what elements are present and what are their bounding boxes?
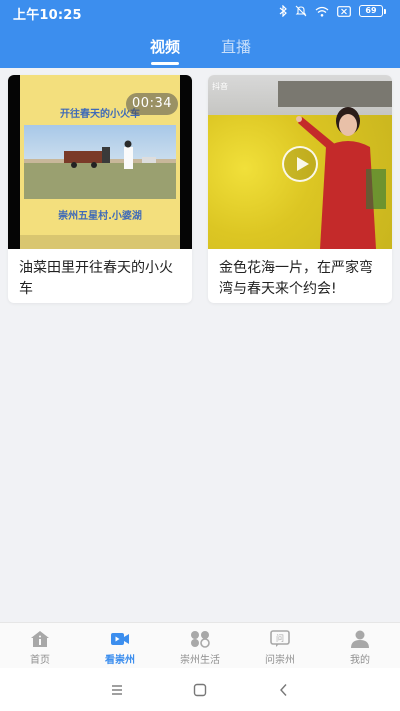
menu-icon[interactable] (108, 681, 126, 699)
nav-ask-chongzhou[interactable]: 问 问崇州 (240, 623, 320, 669)
play-icon[interactable] (282, 146, 318, 182)
nav-label: 看崇州 (105, 655, 135, 666)
nav-label: 崇州生活 (180, 655, 220, 666)
video-thumbnail[interactable]: 抖音 (208, 75, 392, 249)
status-bar: 上午10:25 69 (0, 0, 400, 24)
bottom-nav: 首页 看崇州 崇州生活 问 问崇州 我的 (0, 622, 400, 668)
video-card[interactable]: 抖音 金色花海一片，在严家弯湾与春天来个约会! (208, 75, 392, 303)
tab-live[interactable]: 直播 (221, 36, 251, 57)
svg-text:问: 问 (276, 634, 284, 643)
video-title[interactable]: 油菜田里开往春天的小火车 (19, 258, 185, 300)
tab-bar: 视频 直播 (0, 36, 400, 68)
nav-label: 我的 (350, 655, 370, 666)
back-icon[interactable] (275, 681, 293, 699)
status-icons: 69 (279, 5, 386, 17)
nav-mine[interactable]: 我的 (320, 623, 400, 669)
status-time: 上午10:25 (13, 8, 82, 23)
battery-level: 69 (359, 5, 383, 17)
video-duration: 00:34 (126, 93, 178, 115)
train-photo (24, 125, 176, 199)
home-square-icon[interactable] (191, 681, 209, 699)
home-icon (31, 631, 49, 647)
question-icon: 问 (270, 630, 290, 647)
battery-icon: 69 (359, 5, 386, 17)
tiktok-logo: 抖音 (212, 82, 228, 91)
nav-label: 问崇州 (265, 655, 295, 666)
nav-label: 首页 (30, 655, 50, 666)
user-icon (351, 630, 369, 648)
app-header: 上午10:25 69 视频 直播 (0, 0, 400, 68)
thumbnail-caption: 崇州五星村.小婆湖 (58, 211, 142, 222)
system-nav-bar (0, 668, 400, 711)
video-thumbnail[interactable]: 开往春天的小火车 崇州五星村.小婆湖 00:34 (8, 75, 192, 249)
wifi-icon (315, 6, 329, 17)
sim-off-icon (337, 5, 351, 17)
nav-home[interactable]: 首页 (0, 623, 80, 669)
nav-chongzhou-life[interactable]: 崇州生活 (160, 623, 240, 669)
mute-icon (295, 5, 307, 17)
video-title[interactable]: 金色花海一片，在严家弯湾与春天来个约会! (219, 258, 385, 300)
tab-video[interactable]: 视频 (150, 36, 180, 57)
bluetooth-icon (279, 5, 287, 17)
nav-watch-chongzhou[interactable]: 看崇州 (80, 623, 160, 669)
tab-active-indicator (151, 62, 179, 65)
video-card[interactable]: 开往春天的小火车 崇州五星村.小婆湖 00:34 油菜田里开往春天的小火车 (8, 75, 192, 303)
video-camera-icon (111, 633, 129, 645)
grid-icon (191, 631, 210, 648)
